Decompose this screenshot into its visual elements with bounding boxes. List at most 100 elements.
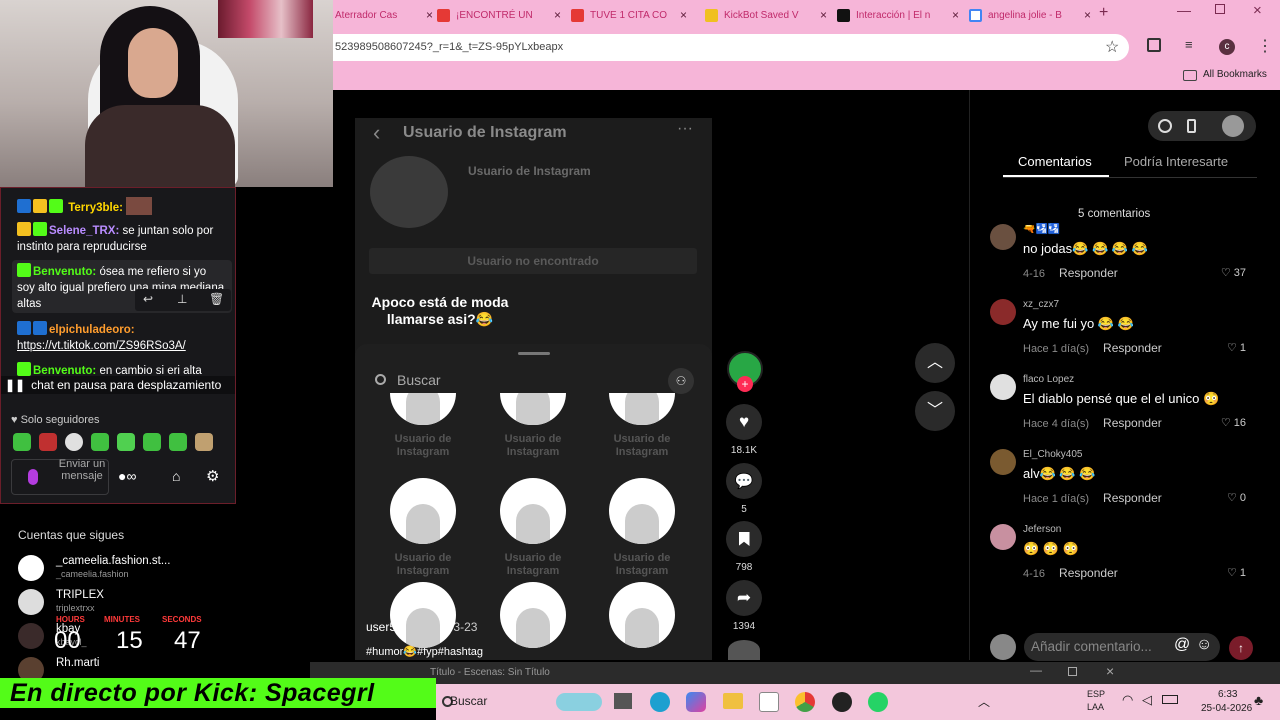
user-avatar[interactable] (1222, 115, 1244, 137)
user-grid-item[interactable] (587, 582, 697, 656)
user-grid-item[interactable]: Usuario de Instagram (478, 478, 588, 578)
comment-input[interactable]: Añadir comentario... @ ☺ (1024, 633, 1220, 661)
folder-app[interactable] (723, 693, 743, 709)
close-tab-icon[interactable]: × (426, 8, 433, 22)
reply-button[interactable]: Responder (1059, 266, 1118, 280)
chrome-app[interactable] (795, 692, 815, 712)
wifi-icon[interactable]: ◠ (1122, 692, 1133, 708)
profile-avatar[interactable]: c (1219, 39, 1235, 55)
taskbar-widget[interactable] (556, 693, 602, 711)
notification-icon[interactable]: ♣ (1254, 692, 1263, 708)
comment-like-button[interactable]: ♡ 37 (1221, 266, 1246, 280)
user-grid-item[interactable]: Usuario de Instagram (478, 393, 588, 459)
browser-tab[interactable]: KickBot Saved V × (705, 4, 827, 26)
avatar[interactable] (990, 299, 1016, 325)
browser-tab[interactable]: Aterrador Cas × (335, 4, 433, 26)
comment-author[interactable]: Jeferson (1023, 524, 1061, 535)
whatsapp-app[interactable] (868, 692, 888, 712)
store-app[interactable] (759, 692, 779, 712)
chat-store-icon[interactable]: ⌂ (172, 468, 180, 484)
emote[interactable] (91, 433, 109, 451)
media-controls-icon[interactable]: ≡ (1185, 37, 1193, 52)
close-tab-icon[interactable]: × (680, 8, 687, 22)
tab-might-interest[interactable]: Podría Interesarte (1124, 154, 1228, 169)
chat-input[interactable]: Enviar un mensaje (11, 458, 109, 495)
chat-settings-icon[interactable]: ⚙ (206, 467, 219, 485)
comment-like-button[interactable]: ♡ 1 (1227, 341, 1246, 355)
battery-icon[interactable] (1162, 695, 1178, 704)
browser-tab[interactable]: TUVE 1 CITA CO × (571, 4, 687, 26)
comment-like-button[interactable]: ♡ 0 (1227, 491, 1246, 505)
comment-button[interactable]: 💬 (726, 463, 762, 499)
taskbar-search[interactable]: Buscar (450, 694, 487, 708)
user-grid-item[interactable]: Usuario de Instagram (368, 393, 478, 459)
close-tab-icon[interactable]: × (1084, 8, 1091, 22)
comment-like-button[interactable]: ♡ 1 (1227, 566, 1246, 580)
clock-time[interactable]: 6:33 (1218, 689, 1237, 700)
emote[interactable] (143, 433, 161, 451)
reply-icon[interactable]: ↩ (143, 292, 153, 306)
clock-date[interactable]: 25-04-2026 (1201, 703, 1252, 714)
mic-icon[interactable] (28, 469, 38, 485)
maximize-window-button[interactable] (1215, 4, 1225, 14)
pip-icon[interactable] (1158, 119, 1172, 133)
tray-chevron-icon[interactable]: ︿ (978, 693, 990, 710)
save-button[interactable] (726, 521, 762, 557)
user-grid-item[interactable] (478, 582, 588, 656)
avatar[interactable] (990, 524, 1016, 550)
comment-author[interactable]: El_Choky405 (1023, 449, 1082, 460)
reply-button[interactable]: Responder (1103, 491, 1162, 505)
video-player[interactable]: ‹ Usuario de Instagram ··· Usuario de In… (355, 118, 712, 660)
reply-button[interactable]: Responder (1103, 341, 1162, 355)
address-bar[interactable]: 523989508607245?_r=1&_t=ZS-95pYLxbeapx (333, 34, 1129, 61)
music-disc-icon[interactable] (728, 640, 760, 660)
tray-lang-2[interactable]: LAA (1087, 702, 1104, 712)
all-bookmarks-link[interactable]: All Bookmarks (1203, 69, 1267, 80)
tab-comments[interactable]: Comentarios (1018, 154, 1092, 169)
browser-tab[interactable]: Interacción | El n × (837, 4, 959, 26)
mention-icon[interactable]: @ (1174, 636, 1190, 654)
new-tab-button[interactable]: + (1099, 4, 1108, 22)
follow-plus-icon[interactable]: + (737, 376, 753, 392)
reply-button[interactable]: Responder (1059, 566, 1118, 580)
emote[interactable] (169, 433, 187, 451)
next-video-button[interactable]: ﹀ (915, 391, 955, 431)
close-tab-icon[interactable]: × (952, 8, 959, 22)
browser-tab[interactable]: ¡ENCONTRÉ UN × (437, 4, 561, 26)
user-grid-item[interactable] (368, 582, 478, 656)
comment-like-button[interactable]: ♡ 16 (1221, 416, 1246, 430)
emote[interactable] (39, 433, 57, 451)
emote[interactable] (13, 433, 31, 451)
reply-button[interactable]: Responder (1103, 416, 1162, 430)
close-tab-icon[interactable]: × (554, 8, 561, 22)
volume-icon[interactable]: ◁ (1142, 692, 1152, 708)
extensions-icon[interactable] (1147, 38, 1161, 52)
user-grid-item[interactable]: Usuario de Instagram (587, 393, 697, 459)
prev-video-button[interactable]: ︿ (915, 343, 955, 383)
chat-paused-bar[interactable]: ❚❚ chat en pausa para desplazamiento (1, 376, 235, 394)
share-button[interactable]: ➦ (726, 580, 762, 616)
copilot-app[interactable] (686, 692, 706, 712)
obs-close-button[interactable]: × (1106, 663, 1114, 679)
avatar[interactable] (990, 449, 1016, 475)
close-window-button[interactable]: × (1253, 2, 1262, 19)
emote[interactable] (117, 433, 135, 451)
like-button[interactable]: ♥ (726, 404, 762, 440)
comment-author[interactable]: 🔫🛂🛂 (1023, 224, 1060, 235)
file-explorer-app[interactable] (614, 693, 632, 709)
comment-author[interactable]: xz_czx7 (1023, 299, 1059, 310)
user-grid-item[interactable]: Usuario de Instagram (587, 478, 697, 578)
edge-app[interactable] (650, 692, 670, 712)
chat-users-icon[interactable]: ●∞ (118, 468, 136, 484)
obs-maximize-button[interactable] (1068, 667, 1077, 676)
trash-icon[interactable]: 🗑 (209, 292, 224, 306)
comment-author[interactable]: flaco Lopez (1023, 374, 1074, 385)
browser-menu-icon[interactable]: ⋮ (1257, 36, 1273, 56)
browser-tab[interactable]: angelina jolie - B × (969, 4, 1091, 26)
emote[interactable] (65, 433, 83, 451)
avatar[interactable] (990, 374, 1016, 400)
user-grid-item[interactable]: Usuario de Instagram (368, 478, 478, 578)
minimize-window-button[interactable]: — (1177, 2, 1191, 18)
bookmark-star-icon[interactable]: ☆ (1105, 37, 1119, 57)
tray-lang-1[interactable]: ESP (1087, 689, 1105, 699)
